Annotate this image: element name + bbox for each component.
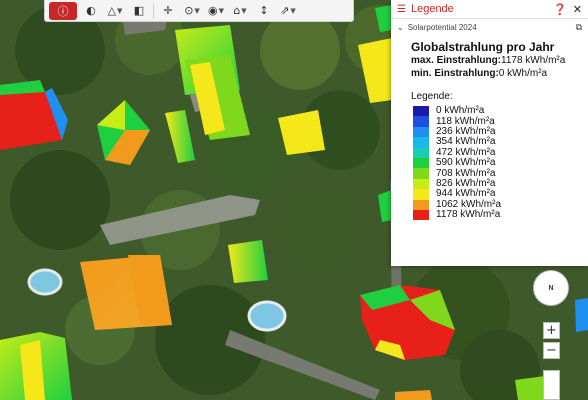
legend-label: 0 kWh/m²a bbox=[436, 105, 485, 117]
legend-swatch bbox=[413, 189, 429, 200]
view-3d-tool-button[interactable]: ⇗ ▼ bbox=[278, 2, 298, 20]
view-3d-icon: ⇗ bbox=[280, 4, 290, 17]
chevron-down-icon: ▼ bbox=[241, 6, 247, 15]
shading-tool-button[interactable]: ◐ bbox=[81, 2, 101, 20]
building-icon: ⌂ bbox=[233, 4, 241, 17]
close-icon[interactable]: ✕ bbox=[573, 3, 582, 16]
panel-toggle-icon: ◧ bbox=[133, 4, 145, 17]
legend-swatch bbox=[413, 168, 429, 179]
legend-label: 1178 kWh/m²a bbox=[436, 209, 501, 221]
legend-item: 354 kWh/m²a bbox=[413, 136, 588, 148]
toolbar-divider bbox=[153, 2, 154, 19]
legend-item: 1178 kWh/m²a bbox=[413, 209, 588, 221]
max-irradiation-label: max. Einstrahlung: bbox=[411, 55, 502, 66]
location-pin-icon: ⊙ bbox=[184, 4, 194, 17]
legend-swatch bbox=[413, 209, 429, 221]
legend-label: 590 kWh/m²a bbox=[436, 157, 496, 169]
legend-swatch bbox=[413, 147, 429, 158]
legend-swatch bbox=[413, 116, 429, 127]
legend-panel-title: Legende bbox=[410, 3, 454, 15]
swimming-pool bbox=[27, 268, 63, 296]
legend-swatch bbox=[413, 106, 429, 117]
swimming-pool bbox=[247, 300, 287, 332]
info-icon: ⓘ bbox=[57, 4, 69, 18]
view-tool-button[interactable]: ◉ ▼ bbox=[206, 2, 226, 20]
chevron-down-icon: ▼ bbox=[290, 6, 296, 15]
legend-heading: Globalstrahlung pro Jahr bbox=[411, 40, 555, 54]
min-irradiation-label: min. Einstrahlung: bbox=[411, 68, 499, 79]
legend-label: 354 kWh/m²a bbox=[436, 136, 496, 148]
chevron-down-icon: ▼ bbox=[218, 6, 224, 15]
location-tool-button[interactable]: ⊙ ▼ bbox=[182, 2, 202, 20]
min-irradiation: min. Einstrahlung:0 kWh/m²a bbox=[411, 67, 588, 80]
zoom-out-button[interactable]: − bbox=[543, 342, 560, 359]
measure-tool-button[interactable]: △ ▼ bbox=[105, 2, 125, 20]
profile-icon: ↕ bbox=[259, 4, 269, 17]
legend-icon: ☰ bbox=[397, 3, 406, 15]
external-link-icon[interactable]: ⧉ bbox=[576, 23, 582, 33]
zoom-slider[interactable] bbox=[543, 370, 560, 400]
eye-icon: ◉ bbox=[208, 4, 218, 17]
min-irradiation-value: 0 kWh/m²a bbox=[498, 68, 548, 79]
shading-icon: ◐ bbox=[86, 4, 96, 17]
legend-swatch bbox=[413, 178, 429, 190]
legend-list-title: Legende: bbox=[411, 91, 453, 102]
info-tool-button[interactable]: ⓘ bbox=[49, 1, 77, 20]
profile-tool-button[interactable]: ↕ bbox=[254, 2, 274, 20]
legend-item: 0 kWh/m²a bbox=[413, 105, 588, 117]
legend-swatch bbox=[413, 126, 429, 138]
legend-swatch bbox=[413, 199, 429, 210]
measure-triangle-icon: △ bbox=[107, 4, 117, 17]
legend-item: 944 kWh/m²a bbox=[413, 188, 588, 200]
legend-panel-header: ☰ Legende ❓ ✕ bbox=[391, 0, 588, 19]
legend-swatch bbox=[413, 137, 429, 148]
building-tool-button[interactable]: ⌂ ▼ bbox=[230, 2, 250, 20]
layer-row[interactable]: ⌄ Solarpotential 2024 ⧉ bbox=[391, 19, 588, 36]
map-toolbar: ⓘ ◐ △ ▼ ◧ ✛ ⊙ ▼ ◉ ▼ ⌂ ▼ ↕ ⇗ ▼ bbox=[44, 0, 354, 22]
chevron-down-icon: ▼ bbox=[194, 6, 200, 15]
help-icon[interactable]: ❓ bbox=[553, 3, 567, 16]
zoom-in-button[interactable]: + bbox=[543, 322, 560, 339]
legend-item: 590 kWh/m²a bbox=[413, 157, 588, 169]
compass-north-label: N bbox=[548, 284, 554, 292]
crosshair-icon: ✛ bbox=[163, 4, 173, 17]
crosshair-tool-button[interactable]: ✛ bbox=[158, 2, 178, 20]
layer-name: Solarpotential 2024 bbox=[407, 23, 477, 32]
chevron-down-icon[interactable]: ⌄ bbox=[397, 23, 404, 32]
legend-swatch bbox=[413, 157, 429, 169]
legend-list: 0 kWh/m²a 118 kWh/m²a 236 kWh/m²a 354 kWh/m… bbox=[391, 105, 588, 221]
chevron-down-icon: ▼ bbox=[117, 6, 123, 15]
legend-label: 944 kWh/m²a bbox=[436, 188, 496, 200]
max-irradiation: max. Einstrahlung:1178 kWh/m²a bbox=[411, 54, 588, 67]
max-irradiation-value: 1178 kWh/m²a bbox=[501, 55, 566, 66]
panel-toggle-button[interactable]: ◧ bbox=[129, 2, 149, 20]
legend-panel: ☰ Legende ❓ ✕ ⌄ Solarpotential 2024 ⧉ Gl… bbox=[391, 0, 588, 266]
compass[interactable]: N bbox=[533, 270, 569, 306]
